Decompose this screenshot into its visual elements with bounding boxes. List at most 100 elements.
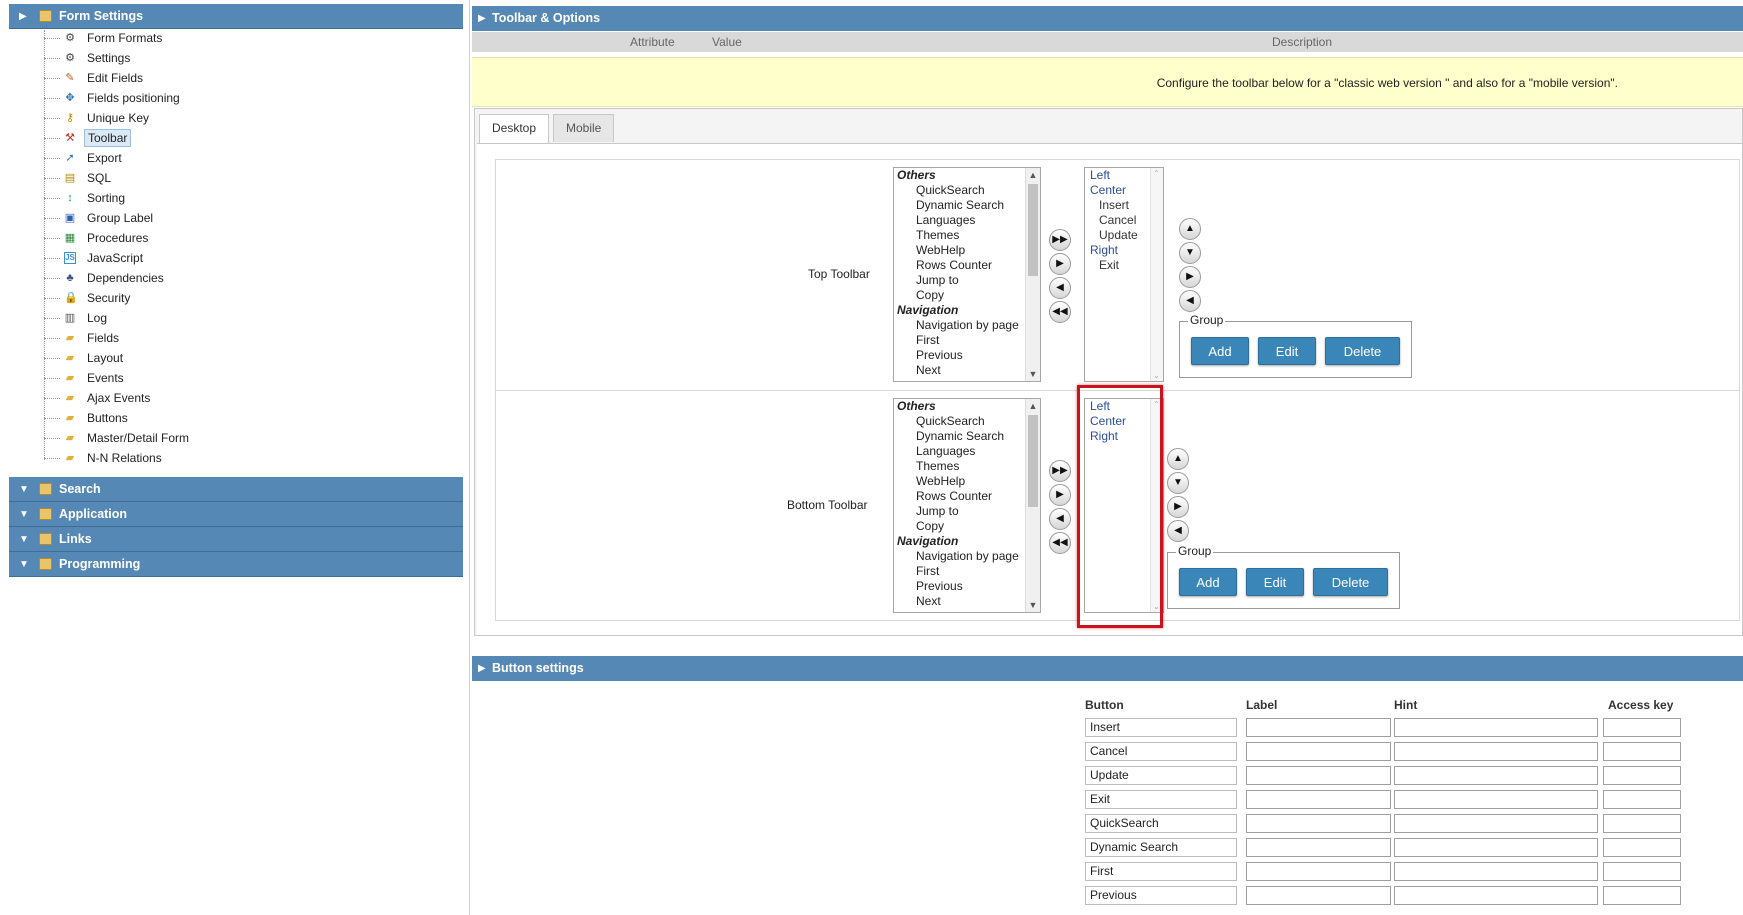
list-option[interactable]: Navigation by page — [894, 318, 1040, 333]
section-header-application[interactable]: ▼ Application — [9, 502, 463, 527]
tree-item-ajax-events[interactable]: ▰ Ajax Events — [36, 388, 456, 408]
move-up-button[interactable]: ▲ — [1167, 448, 1189, 470]
tree-item-procedures[interactable]: ▦ Procedures — [36, 228, 456, 248]
button-access-key-input[interactable] — [1603, 766, 1681, 785]
button-label-input[interactable] — [1246, 790, 1391, 809]
tree-item-settings[interactable]: ⚙ Settings — [36, 48, 456, 68]
expand-arrow-icon[interactable]: ▶ — [478, 656, 486, 681]
button-access-key-input[interactable] — [1603, 838, 1681, 857]
tree-item-buttons[interactable]: ▰ Buttons — [36, 408, 456, 428]
list-option[interactable]: Copy — [894, 519, 1040, 534]
list-option[interactable]: Previous — [894, 579, 1040, 594]
tree-item-master-detail-form[interactable]: ▰ Master/Detail Form — [36, 428, 456, 448]
move-right-button[interactable]: ▶ — [1049, 484, 1071, 506]
list-option[interactable]: Copy — [894, 288, 1040, 303]
tree-item-security[interactable]: 🔒 Security — [36, 288, 456, 308]
button-label-input[interactable] — [1246, 742, 1391, 761]
indent-right-button[interactable]: ▶ — [1167, 496, 1189, 518]
list-option[interactable]: QuickSearch — [894, 414, 1040, 429]
list-option[interactable]: Navigation by page — [894, 549, 1040, 564]
button-hint-input[interactable] — [1394, 814, 1598, 833]
button-label-input[interactable] — [1246, 862, 1391, 881]
button-access-key-input[interactable] — [1603, 886, 1681, 905]
group-delete-button[interactable]: Delete — [1313, 568, 1388, 596]
scroll-up-icon[interactable]: ⌃ — [1153, 169, 1160, 178]
scroll-down-icon[interactable]: ⌄ — [1153, 371, 1160, 380]
tree-item-events[interactable]: ▰ Events — [36, 368, 456, 388]
list-option[interactable]: First — [894, 333, 1040, 348]
list-option[interactable]: Rows Counter — [894, 258, 1040, 273]
button-hint-input[interactable] — [1394, 718, 1598, 737]
tree-item-log[interactable]: ▥ Log — [36, 308, 456, 328]
indent-left-button[interactable]: ◀ — [1167, 520, 1189, 542]
top-selected-list[interactable]: Left Center Insert Cancel Update Right Exit ⌃ ⌄ — [1084, 167, 1164, 382]
tree-item-form-formats[interactable]: ⚙ Form Formats — [36, 28, 456, 48]
list-option[interactable]: Rows Counter — [894, 489, 1040, 504]
tree-item-unique-key[interactable]: ⚷ Unique Key — [36, 108, 456, 128]
list-option[interactable]: Next — [894, 594, 1040, 609]
collapse-arrow-icon[interactable]: ▼ — [19, 552, 29, 577]
button-access-key-input[interactable] — [1603, 862, 1681, 881]
list-group-header[interactable]: Others — [894, 168, 1040, 183]
list-option[interactable]: Themes — [894, 228, 1040, 243]
indent-right-button[interactable]: ▶ — [1179, 266, 1201, 288]
button-access-key-input[interactable] — [1603, 790, 1681, 809]
move-down-button[interactable]: ▼ — [1167, 472, 1189, 494]
button-hint-input[interactable] — [1394, 886, 1598, 905]
expand-arrow-icon[interactable]: ▶ — [19, 4, 27, 29]
list-option[interactable]: Previous — [894, 348, 1040, 363]
tree-item-layout[interactable]: ▰ Layout — [36, 348, 456, 368]
list-option[interactable]: WebHelp — [894, 474, 1040, 489]
list-option[interactable]: Languages — [894, 444, 1040, 459]
tree-item-sorting[interactable]: ↕ Sorting — [36, 188, 456, 208]
list-option[interactable]: Next — [894, 363, 1040, 378]
section-header-links[interactable]: ▼ Links — [9, 527, 463, 552]
tree-item-sql[interactable]: ▤ SQL — [36, 168, 456, 188]
tree-item-export[interactable]: ➚ Export — [36, 148, 456, 168]
button-hint-input[interactable] — [1394, 838, 1598, 857]
scroll-down-icon[interactable]: ▼ — [1028, 599, 1038, 611]
collapse-arrow-icon[interactable]: ▼ — [19, 502, 29, 527]
tree-item-n-n-relations[interactable]: ▰ N-N Relations — [36, 448, 456, 468]
group-add-button[interactable]: Add — [1191, 337, 1249, 365]
button-hint-input[interactable] — [1394, 862, 1598, 881]
button-label-input[interactable] — [1246, 718, 1391, 737]
group-edit-button[interactable]: Edit — [1246, 568, 1304, 596]
collapse-arrow-icon[interactable]: ▼ — [19, 477, 29, 502]
scrollbar[interactable]: ▲ ▼ — [1025, 168, 1040, 381]
list-option[interactable]: Jump to — [894, 504, 1040, 519]
group-add-button[interactable]: Add — [1179, 568, 1237, 596]
list-option[interactable]: QuickSearch — [894, 183, 1040, 198]
move-all-right-button[interactable]: ▶▶ — [1049, 229, 1071, 251]
group-edit-button[interactable]: Edit — [1258, 337, 1316, 365]
list-option[interactable]: Themes — [894, 459, 1040, 474]
scroll-up-icon[interactable]: ▲ — [1028, 400, 1038, 412]
tree-item-dependencies[interactable]: ♣ Dependencies — [36, 268, 456, 288]
list-option[interactable]: Languages — [894, 213, 1040, 228]
tree-item-toolbar[interactable]: ⚒ Toolbar — [36, 128, 456, 148]
button-hint-input[interactable] — [1394, 766, 1598, 785]
tree-item-javascript[interactable]: JS JavaScript — [36, 248, 456, 268]
button-label-input[interactable] — [1246, 766, 1391, 785]
move-up-button[interactable]: ▲ — [1179, 218, 1201, 240]
expand-arrow-icon[interactable]: ▶ — [478, 6, 486, 31]
section-header-programming[interactable]: ▼ Programming — [9, 552, 463, 577]
scrollbar[interactable]: ▲ ▼ — [1025, 399, 1040, 612]
button-label-input[interactable] — [1246, 838, 1391, 857]
bottom-available-list[interactable]: Others QuickSearch Dynamic Search Languages… — [893, 398, 1041, 613]
tree-item-fields-positioning[interactable]: ✥ Fields positioning — [36, 88, 456, 108]
move-left-button[interactable]: ◀ — [1049, 508, 1071, 530]
button-settings-header[interactable]: ▶ Button settings — [472, 656, 1743, 681]
button-access-key-input[interactable] — [1603, 814, 1681, 833]
button-label-input[interactable] — [1246, 814, 1391, 833]
list-option[interactable]: First — [894, 564, 1040, 579]
button-hint-input[interactable] — [1394, 742, 1598, 761]
button-hint-input[interactable] — [1394, 790, 1598, 809]
scroll-down-icon[interactable]: ▼ — [1028, 368, 1038, 380]
scroll-thumb[interactable] — [1028, 415, 1038, 507]
list-option[interactable]: Jump to — [894, 273, 1040, 288]
tree-item-edit-fields[interactable]: ✎ Edit Fields — [36, 68, 456, 88]
move-all-left-button[interactable]: ◀◀ — [1049, 532, 1071, 554]
section-header-search[interactable]: ▼ Search — [9, 477, 463, 502]
move-left-button[interactable]: ◀ — [1049, 277, 1071, 299]
